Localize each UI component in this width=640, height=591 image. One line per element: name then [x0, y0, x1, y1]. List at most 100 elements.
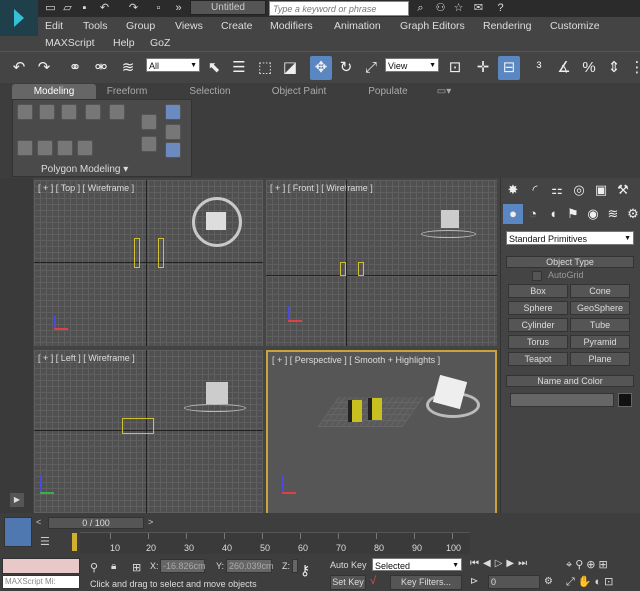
- menu-animation[interactable]: Animation: [334, 20, 381, 32]
- primitives-dropdown[interactable]: Standard Primitives ▼: [506, 231, 634, 245]
- menu-goz[interactable]: GoZ: [150, 37, 170, 49]
- keyboard-shortcut-icon[interactable]: ⊟: [498, 56, 520, 80]
- link-icon[interactable]: ⚭: [64, 56, 86, 80]
- maxscript-listener-pink[interactable]: [2, 558, 80, 574]
- save-icon[interactable]: ▪: [78, 2, 91, 15]
- menu-rendering[interactable]: Rendering: [483, 20, 531, 32]
- undo-icon[interactable]: ↶: [98, 2, 111, 15]
- set-key-button[interactable]: Set Key: [330, 575, 366, 590]
- geosphere-button[interactable]: GeoSphere: [570, 301, 630, 315]
- object-outline[interactable]: [340, 262, 346, 276]
- ribbon-tool-icon[interactable]: [109, 104, 125, 120]
- sphere-button[interactable]: Sphere: [508, 301, 568, 315]
- selection-lock-icon[interactable]: 🔒︎: [111, 561, 116, 572]
- communication-icon[interactable]: ✉: [472, 2, 485, 15]
- angle-snap-icon[interactable]: ∡: [553, 56, 575, 80]
- utilities-tab-icon[interactable]: ⚒: [613, 180, 633, 200]
- menu-tools[interactable]: Tools: [83, 20, 108, 32]
- menu-edit[interactable]: Edit: [45, 20, 63, 32]
- absolute-mode-icon[interactable]: ⊞: [132, 561, 141, 574]
- set-key-icon[interactable]: √: [370, 575, 376, 587]
- viewport-label-front[interactable]: [ + ] [ Front ] [ Wireframe ]: [270, 183, 373, 193]
- create-tab-icon[interactable]: ✸: [503, 180, 523, 200]
- app-logo-icon[interactable]: [0, 0, 38, 36]
- viewport-layout-icon[interactable]: [4, 517, 32, 547]
- ribbon-tool-icon[interactable]: [39, 104, 55, 120]
- object-outline[interactable]: [158, 238, 164, 268]
- manipulate-icon[interactable]: ✛: [472, 56, 494, 80]
- maxscript-input[interactable]: MAXScript Mi:: [2, 575, 80, 589]
- systems-icon[interactable]: ⚙: [623, 204, 640, 224]
- y-coordinate-field[interactable]: 260.039cm: [226, 559, 274, 573]
- menu-create[interactable]: Create: [221, 20, 253, 32]
- open-file-icon[interactable]: ▱: [61, 2, 74, 15]
- object-type-rollout[interactable]: Object Type: [506, 256, 634, 268]
- named-selection-icon[interactable]: ⋮: [626, 56, 640, 80]
- menu-help[interactable]: Help: [113, 37, 135, 49]
- ribbon-options-icon[interactable]: ▭▾: [432, 84, 456, 99]
- object-name-input[interactable]: [510, 393, 614, 407]
- key-icon[interactable]: ⚷: [300, 562, 310, 579]
- pyramid-button[interactable]: Pyramid: [570, 335, 630, 349]
- viewport-nav-top[interactable]: ⌖⚲⊕⊞: [566, 558, 611, 572]
- select-by-name-icon[interactable]: ☰: [228, 56, 250, 80]
- viewport-perspective[interactable]: [ + ] [ Perspective ] [ Smooth + Highlig…: [266, 350, 497, 516]
- ribbon-tool-icon[interactable]: [37, 140, 53, 156]
- menu-group[interactable]: Group: [126, 20, 155, 32]
- ribbon-tool-icon[interactable]: [77, 140, 93, 156]
- time-marker[interactable]: [72, 533, 77, 551]
- ribbon-tool-icon[interactable]: [17, 140, 33, 156]
- track-bar-icon[interactable]: ☰: [40, 535, 56, 549]
- pivot-center-icon[interactable]: ⊡: [444, 56, 466, 80]
- playback-controls[interactable]: ⏮◀▷▶⏭: [470, 558, 531, 569]
- tab-selection[interactable]: Selection: [180, 84, 240, 99]
- teapot-button[interactable]: Teapot: [508, 352, 568, 366]
- autogrid-checkbox[interactable]: [532, 271, 542, 281]
- ribbon-tool-icon[interactable]: [165, 104, 181, 120]
- box-object[interactable]: [206, 382, 228, 404]
- ribbon-tool-icon[interactable]: [141, 136, 157, 152]
- modify-tab-icon[interactable]: ◜: [525, 180, 545, 200]
- tab-populate[interactable]: Populate: [358, 84, 418, 99]
- ribbon-tool-icon[interactable]: [141, 114, 157, 130]
- menu-customize[interactable]: Customize: [550, 20, 600, 32]
- redo-icon[interactable]: ↷: [127, 2, 140, 15]
- percent-snap-icon[interactable]: %: [578, 56, 600, 80]
- yellow-box-object[interactable]: [368, 398, 382, 420]
- select-move-icon[interactable]: ✥: [310, 56, 332, 80]
- time-config-icon[interactable]: ⚙: [544, 576, 553, 587]
- time-slider-left-icon[interactable]: <: [36, 517, 46, 529]
- menu-graph-editors[interactable]: Graph Editors: [400, 20, 465, 32]
- viewport-label-left[interactable]: [ + ] [ Left ] [ Wireframe ]: [38, 353, 135, 363]
- lights-icon[interactable]: ◖: [543, 204, 563, 224]
- bind-space-warp-icon[interactable]: ≋: [117, 56, 139, 80]
- viewport-label-top[interactable]: [ + ] [ Top ] [ Wireframe ]: [38, 183, 134, 193]
- cylinder-button[interactable]: Cylinder: [508, 318, 568, 332]
- window-crossing-icon[interactable]: ◪: [279, 56, 301, 80]
- viewport-label-perspective[interactable]: [ + ] [ Perspective ] [ Smooth + Highlig…: [272, 355, 440, 365]
- expand-icon[interactable]: »: [172, 2, 185, 15]
- undo-icon[interactable]: ↶: [8, 56, 30, 80]
- select-scale-icon[interactable]: ⤢: [360, 56, 382, 80]
- box-object[interactable]: [206, 212, 226, 230]
- select-rotate-icon[interactable]: ↻: [335, 56, 357, 80]
- new-file-icon[interactable]: ▭: [44, 2, 57, 15]
- lock-icon[interactable]: ⚲: [90, 561, 98, 574]
- ribbon-tool-icon[interactable]: [61, 104, 77, 120]
- menu-modifiers[interactable]: Modifiers: [270, 20, 313, 32]
- viewport-nav-bottom[interactable]: ⤢✋◐⊡: [566, 575, 616, 589]
- teapot-object[interactable]: [421, 230, 476, 238]
- tab-object-paint[interactable]: Object Paint: [264, 84, 334, 99]
- polygon-modeling-label[interactable]: Polygon Modeling ▾: [41, 164, 128, 175]
- motion-tab-icon[interactable]: ◎: [569, 180, 589, 200]
- star-icon[interactable]: ☆: [452, 2, 465, 15]
- object-outline[interactable]: [358, 262, 364, 276]
- shapes-icon[interactable]: ◔: [523, 204, 543, 224]
- z-coordinate-field[interactable]: [292, 559, 298, 573]
- plane-button[interactable]: Plane: [570, 352, 630, 366]
- display-tab-icon[interactable]: ▣: [591, 180, 611, 200]
- object-color-swatch[interactable]: [618, 393, 632, 407]
- redo-icon[interactable]: ↷: [33, 56, 55, 80]
- hierarchy-tab-icon[interactable]: ⚏: [547, 180, 567, 200]
- viewport-front[interactable]: [ + ] [ Front ] [ Wireframe ]: [266, 180, 497, 346]
